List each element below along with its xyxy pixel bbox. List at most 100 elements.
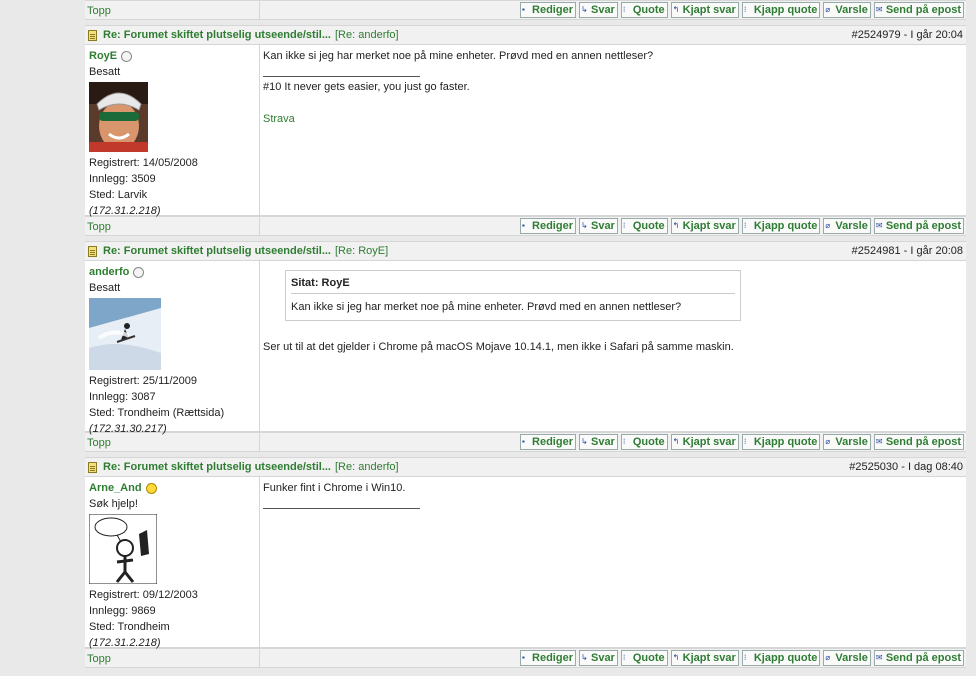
forum-thread: Topp ▪ Rediger ↳ Svar ⁝ Quote ↰ Kjapt svar ⁝… bbox=[85, 0, 966, 668]
avatar[interactable] bbox=[89, 82, 148, 152]
quick-reply-icon: ↰ bbox=[672, 4, 680, 14]
post-body: Funker fint i Chrome i Win10. bbox=[260, 477, 966, 647]
reply-to-user-link[interactable]: anderfo bbox=[358, 461, 395, 473]
quick-reply-button[interactable]: ↰ Kjapt svar bbox=[670, 218, 739, 234]
post-body: Kan ikke si jeg har merket noe på mine e… bbox=[260, 45, 966, 215]
post-title[interactable]: Re: Forumet skiftet plutselig utseende/s… bbox=[103, 245, 331, 257]
post-header: Re: Forumet skiftet plutselig utseende/s… bbox=[85, 25, 966, 45]
edit-button[interactable]: ▪ Rediger bbox=[520, 218, 576, 234]
envelope-icon: ✉ bbox=[875, 220, 883, 230]
reply-icon: ↳ bbox=[580, 436, 588, 446]
post-title[interactable]: Re: Forumet skiftet plutselig utseende/s… bbox=[103, 29, 331, 41]
edit-button[interactable]: ▪ Rediger bbox=[520, 650, 576, 666]
report-icon: ⌀ bbox=[825, 436, 831, 446]
edit-button[interactable]: ▪ Rediger bbox=[520, 434, 576, 450]
author-panel: RoyE Besatt Registrert: 14/05/2008 Innle… bbox=[85, 45, 260, 217]
post-meta: #2524979 - I går 20:04 bbox=[851, 29, 963, 41]
offline-status-icon bbox=[121, 50, 133, 62]
envelope-icon: ✉ bbox=[875, 436, 883, 446]
reply-to: [Re: anderfo] bbox=[334, 29, 399, 41]
report-icon: ⌀ bbox=[825, 4, 831, 14]
post-footer-bar: Topp ▪ Rediger ↳ Svar ⁝ Quote ↰ Kjapt svar ⁝… bbox=[85, 0, 966, 20]
author-name[interactable]: Arne_And bbox=[89, 480, 259, 496]
report-button[interactable]: ⌀ Varsle bbox=[823, 434, 871, 450]
avatar[interactable] bbox=[89, 514, 157, 584]
post-body: Sitat: RoyE Kan ikke si jeg har merket n… bbox=[260, 261, 966, 431]
author-registered: Registrert: 25/11/2009 bbox=[89, 375, 198, 387]
report-button[interactable]: ⌀ Varsle bbox=[823, 2, 871, 18]
quote-button[interactable]: ⁝ Quote bbox=[620, 218, 668, 234]
reply-icon: ↳ bbox=[580, 652, 588, 662]
post-document-icon bbox=[88, 245, 97, 257]
email-button[interactable]: ✉ Send på epost bbox=[873, 2, 964, 18]
reply-to-user-link[interactable]: anderfo bbox=[358, 29, 395, 41]
post-document-icon bbox=[88, 29, 97, 41]
reply-to: [Re: anderfo] bbox=[334, 461, 399, 473]
report-icon: ⌀ bbox=[825, 652, 831, 662]
avatar[interactable] bbox=[89, 298, 161, 370]
strava-link[interactable]: Strava bbox=[263, 111, 966, 127]
reply-button[interactable]: ↳ Svar bbox=[578, 218, 618, 234]
top-link[interactable]: Topp bbox=[87, 5, 111, 17]
email-button[interactable]: ✉ Send på epost bbox=[873, 434, 964, 450]
author-panel: Arne_And Søk hjelp! Registrert: 09/12/20… bbox=[85, 477, 260, 649]
post-meta: #2524981 - I går 20:08 bbox=[851, 245, 963, 257]
quote-button[interactable]: ⁝ Quote bbox=[620, 650, 668, 666]
post: RoyE Besatt Registrert: 14/05/2008 Innle… bbox=[85, 45, 966, 217]
edit-icon: ▪ bbox=[522, 4, 525, 14]
report-button[interactable]: ⌀ Varsle bbox=[823, 650, 871, 666]
author-rank: Besatt bbox=[89, 282, 121, 294]
author-name[interactable]: RoyE bbox=[89, 48, 259, 64]
top-link[interactable]: Topp bbox=[87, 221, 111, 233]
top-link[interactable]: Topp bbox=[87, 653, 111, 665]
email-button[interactable]: ✉ Send på epost bbox=[873, 218, 964, 234]
edit-icon: ▪ bbox=[522, 652, 525, 662]
author-registered: Registrert: 14/05/2008 bbox=[89, 157, 198, 169]
quote-icon: ⁝ bbox=[622, 4, 626, 14]
quick-reply-icon: ↰ bbox=[672, 436, 680, 446]
reply-to: [Re: RoyE] bbox=[334, 245, 389, 257]
quote-header: Sitat: RoyE bbox=[291, 275, 735, 294]
quick-quote-button[interactable]: ⁝ Kjapp quote bbox=[741, 650, 821, 666]
report-button[interactable]: ⌀ Varsle bbox=[823, 218, 871, 234]
author-name[interactable]: anderfo bbox=[89, 264, 259, 280]
quick-reply-button[interactable]: ↰ Kjapt svar bbox=[670, 434, 739, 450]
quote-button[interactable]: ⁝ Quote bbox=[620, 2, 668, 18]
signature-divider bbox=[263, 508, 420, 509]
quick-reply-icon: ↰ bbox=[672, 652, 680, 662]
reply-button[interactable]: ↳ Svar bbox=[578, 650, 618, 666]
quote-icon: ⁝ bbox=[622, 436, 626, 446]
signature-divider bbox=[263, 76, 420, 77]
author-location: Sted: Trondheim (Rættsida) bbox=[89, 407, 225, 419]
reply-to-user-link[interactable]: RoyE bbox=[358, 245, 385, 257]
quick-reply-icon: ↰ bbox=[672, 220, 680, 230]
reply-button[interactable]: ↳ Svar bbox=[578, 434, 618, 450]
quick-quote-icon: ⁝ bbox=[743, 436, 747, 446]
email-button[interactable]: ✉ Send på epost bbox=[873, 650, 964, 666]
edit-button[interactable]: ▪ Rediger bbox=[520, 2, 576, 18]
quote-button[interactable]: ⁝ Quote bbox=[620, 434, 668, 450]
author-post-count: Innlegg: 3087 bbox=[89, 391, 156, 403]
reply-icon: ↳ bbox=[580, 220, 588, 230]
quick-quote-button[interactable]: ⁝ Kjapp quote bbox=[741, 434, 821, 450]
reply-button[interactable]: ↳ Svar bbox=[578, 2, 618, 18]
post-header: Re: Forumet skiftet plutselig utseende/s… bbox=[85, 457, 966, 477]
quick-reply-button[interactable]: ↰ Kjapt svar bbox=[670, 2, 739, 18]
online-status-icon bbox=[145, 482, 157, 494]
post-title[interactable]: Re: Forumet skiftet plutselig utseende/s… bbox=[103, 461, 331, 473]
post: Arne_And Søk hjelp! Registrert: 09/12/20… bbox=[85, 477, 966, 649]
post-text: Kan ikke si jeg har merket noe på mine e… bbox=[263, 50, 654, 62]
author-location: Sted: Larvik bbox=[89, 189, 148, 201]
quick-quote-icon: ⁝ bbox=[743, 652, 747, 662]
post: anderfo Besatt Registrert: 25/11/2009 In… bbox=[85, 261, 966, 435]
envelope-icon: ✉ bbox=[875, 652, 883, 662]
top-link[interactable]: Topp bbox=[87, 437, 111, 449]
signature-text: #10 It never gets easier, you just go fa… bbox=[263, 81, 470, 93]
quick-quote-button[interactable]: ⁝ Kjapp quote bbox=[741, 218, 821, 234]
reply-icon: ↳ bbox=[580, 4, 588, 14]
quote-text: Kan ikke si jeg har merket noe på mine e… bbox=[291, 301, 682, 313]
post-text: Funker fint i Chrome i Win10. bbox=[263, 482, 406, 494]
quick-quote-button[interactable]: ⁝ Kjapp quote bbox=[741, 2, 821, 18]
quick-reply-button[interactable]: ↰ Kjapt svar bbox=[670, 650, 739, 666]
quote-icon: ⁝ bbox=[622, 652, 626, 662]
